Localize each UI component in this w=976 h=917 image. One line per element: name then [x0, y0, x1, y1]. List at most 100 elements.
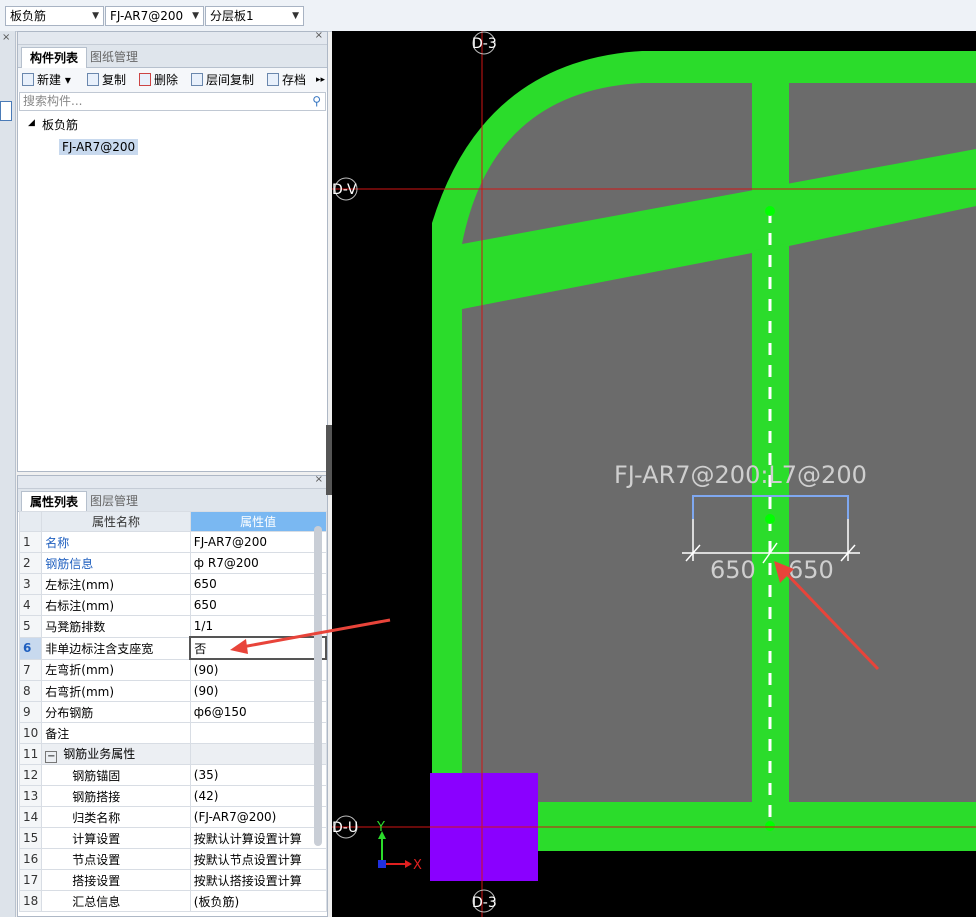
top-selector-bar: 板负筋 ▼ FJ-AR7@200 ▼ 分层板1 ▼ — [0, 0, 976, 32]
property-name: 非单边标注含支座宽 — [41, 636, 191, 660]
property-row[interactable]: 9 分布钢筋 ф6@150 — [18, 701, 327, 723]
property-row[interactable]: 11− 钢筋业务属性 — [18, 743, 327, 765]
property-name: 汇总信息 — [41, 890, 191, 912]
annotation-arrow-overlay — [230, 618, 391, 654]
property-row-index: 10 — [18, 722, 43, 744]
property-name: − 钢筋业务属性 — [41, 743, 191, 765]
save-icon — [267, 73, 279, 86]
close-icon[interactable]: × — [2, 32, 10, 43]
tab-property-list[interactable]: 属性列表 — [21, 491, 88, 512]
component-select[interactable]: FJ-AR7@200 ▼ — [105, 6, 204, 26]
close-icon[interactable]: × — [315, 30, 323, 41]
property-name: 备注 — [41, 722, 191, 744]
property-row[interactable]: 13 钢筋搭接 (42) — [18, 785, 327, 807]
property-value[interactable]: 按默认搭接设置计算 — [189, 869, 327, 891]
rebar-end-point — [765, 206, 775, 216]
property-row[interactable]: 2 钢筋信息 ф R7@200 — [18, 552, 327, 574]
drawing-canvas[interactable]: D-3 D-3 D-V D-U FJ-AR7@200:L7@200 650 65… — [332, 31, 976, 917]
property-row[interactable]: 12 钢筋锚固 (35) — [18, 764, 327, 786]
property-name-label: 计算设置 — [72, 831, 121, 846]
close-icon[interactable]: × — [315, 474, 323, 485]
dimension-right-text: 650 — [788, 556, 834, 584]
slab-region-bottom-left — [462, 253, 752, 802]
tab-layer-management[interactable]: 图层管理 — [82, 491, 146, 511]
new-button[interactable]: 新建 ▾ — [22, 71, 71, 89]
tree-item-selected[interactable]: FJ-AR7@200 — [59, 139, 139, 155]
dimension-left-text: 650 — [710, 556, 756, 584]
property-row[interactable]: 8 右弯折(mm) (90) — [18, 680, 327, 702]
property-name: 钢筋信息 — [41, 552, 191, 574]
floor-copy-button[interactable]: 层间复制 — [191, 71, 254, 89]
component-select-value: FJ-AR7@200 — [110, 9, 184, 23]
property-row[interactable]: 14 归类名称 (FJ-AR7@200) — [18, 806, 327, 828]
svg-text:X: X — [413, 858, 422, 873]
property-name-label: 左标注(mm) — [45, 577, 115, 592]
type-select[interactable]: 板负筋 ▼ — [5, 6, 104, 26]
property-value[interactable]: (90) — [189, 658, 327, 681]
property-value[interactable]: 按默认节点设置计算 — [189, 848, 327, 870]
axis-label-du: D-U — [332, 815, 358, 839]
property-name: 钢筋锚固 — [41, 764, 191, 786]
property-value[interactable]: 按默认计算设置计算 — [189, 827, 327, 849]
tree-group-label[interactable]: 板负筋 — [42, 116, 78, 133]
property-row-index: 4 — [18, 594, 43, 616]
property-row[interactable]: 15 计算设置 按默认计算设置计算 — [18, 827, 327, 849]
svg-text:D-U: D-U — [332, 820, 358, 836]
property-row[interactable]: 1 名称 FJ-AR7@200 — [18, 531, 327, 553]
search-placeholder: 搜索构件... — [23, 94, 83, 108]
annotation-arrow-line — [241, 618, 391, 649]
more-icon[interactable]: ▸▸ — [316, 71, 325, 89]
svg-text:D-V: D-V — [332, 182, 357, 198]
property-row[interactable]: 7 左弯折(mm) (90) — [18, 658, 327, 681]
property-value[interactable]: ф6@150 — [189, 701, 327, 723]
rebar-end-point-bottom — [765, 821, 775, 831]
property-name: 分布钢筋 — [41, 701, 191, 723]
property-value[interactable]: (FJ-AR7@200) — [189, 806, 327, 828]
property-table: 属性名称 属性值 1 名称 FJ-AR7@200 2 钢筋信息 ф R7@200 3 左标注(… — [18, 511, 327, 912]
annotation-arrowhead — [230, 639, 248, 654]
property-panel-tabs: 属性列表 图层管理 — [18, 489, 327, 512]
property-value[interactable]: (板负筋) — [189, 890, 327, 912]
property-value[interactable]: (35) — [189, 764, 327, 786]
layer-select[interactable]: 分层板1 ▼ — [205, 6, 304, 26]
ucs-icon: Y X — [376, 820, 422, 873]
type-select-value: 板负筋 — [10, 9, 47, 23]
property-value[interactable]: 650 — [189, 573, 327, 595]
collapse-box-icon[interactable]: − — [45, 751, 58, 763]
copy-button[interactable]: 复制 — [87, 71, 126, 89]
property-row-index: 12 — [18, 764, 43, 786]
delete-button[interactable]: 删除 — [139, 71, 178, 89]
property-value[interactable]: FJ-AR7@200 — [189, 531, 327, 553]
property-value[interactable] — [189, 722, 327, 744]
tab-component-list[interactable]: 构件列表 — [21, 47, 88, 68]
chevron-down-icon: ▼ — [192, 11, 199, 21]
property-name: 右弯折(mm) — [41, 680, 191, 702]
property-row[interactable]: 18 汇总信息 (板负筋) — [18, 890, 327, 912]
search-icon[interactable]: ⚲ — [312, 93, 321, 110]
property-row[interactable]: 10 备注 — [18, 722, 327, 744]
property-value[interactable]: ф R7@200 — [189, 552, 327, 574]
property-row[interactable]: 17 搭接设置 按默认搭接设置计算 — [18, 869, 327, 891]
property-row[interactable]: 16 节点设置 按默认节点设置计算 — [18, 848, 327, 870]
property-row-index: 16 — [18, 848, 43, 870]
property-value[interactable] — [189, 743, 327, 765]
property-name: 马凳筋排数 — [41, 615, 191, 638]
component-search-input[interactable]: 搜索构件... ⚲ — [19, 92, 326, 111]
property-row-index: 17 — [18, 869, 43, 891]
property-name: 搭接设置 — [41, 869, 191, 891]
dock-panel-icon[interactable] — [0, 101, 12, 121]
property-value[interactable]: (90) — [189, 680, 327, 702]
drawing-svg: D-3 D-3 D-V D-U FJ-AR7@200:L7@200 650 65… — [332, 31, 976, 917]
collapse-arrow-icon[interactable]: ◢ — [28, 118, 35, 128]
scrollbar[interactable] — [314, 526, 322, 846]
property-row-index: 5 — [18, 615, 43, 638]
property-value[interactable]: (42) — [189, 785, 327, 807]
property-row[interactable]: 3 左标注(mm) 650 — [18, 573, 327, 595]
property-name: 计算设置 — [41, 827, 191, 849]
tab-drawing-management[interactable]: 图纸管理 — [82, 47, 146, 67]
save-button[interactable]: 存档 — [267, 71, 306, 89]
rebar-mid-point — [765, 514, 775, 524]
component-toolbar: 新建 ▾ 复制 删除 层间复制 存档 ▸▸ — [18, 68, 327, 92]
property-name-label: 归类名称 — [72, 810, 121, 825]
property-name-label: 右标注(mm) — [45, 598, 115, 613]
